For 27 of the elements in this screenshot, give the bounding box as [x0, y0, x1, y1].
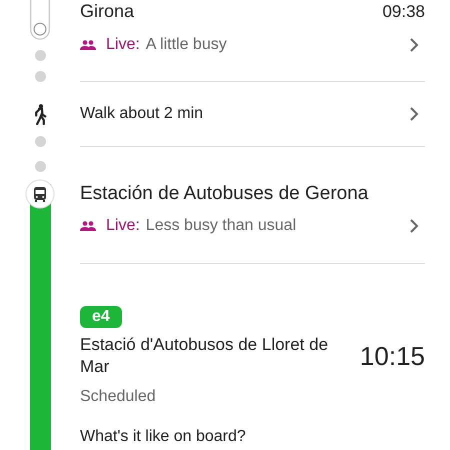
live-busyness-link[interactable]: Live: A little busy: [80, 36, 425, 54]
onboard-question: What's it like on board?: [80, 428, 247, 446]
bus-icon: [25, 179, 55, 209]
live-label: Live:: [106, 217, 140, 235]
live-label: Live:: [106, 36, 140, 54]
chevron-right-icon: [409, 107, 419, 121]
departure-time: 10:15: [360, 340, 425, 372]
walk-directions-row[interactable]: Walk about 2 min: [80, 82, 425, 147]
people-icon: [80, 221, 96, 231]
route-badge: e4: [80, 306, 122, 328]
route-dot: [34, 136, 46, 147]
stop-name: Estación de Autobuses de Gerona: [80, 183, 370, 205]
stop-name: Girona: [80, 0, 134, 22]
bus-destination: Estació d'Autobusos de Lloret de Mar: [80, 334, 330, 378]
live-busyness-link[interactable]: Live: Less busy than usual: [80, 217, 425, 235]
chevron-right-icon: [409, 38, 419, 52]
route-dot: [34, 71, 46, 82]
busyness-status: Less busy than usual: [146, 217, 296, 235]
route-dot: [34, 161, 46, 172]
walk-text: Walk about 2 min: [80, 105, 204, 123]
schedule-status: Scheduled: [80, 388, 157, 406]
walking-person-icon: [33, 104, 47, 125]
route-dot: [34, 50, 46, 61]
people-icon: [80, 40, 96, 50]
busyness-status: A little busy: [146, 36, 227, 54]
chevron-right-icon: [409, 219, 419, 233]
departure-time: 09:38: [382, 2, 425, 22]
